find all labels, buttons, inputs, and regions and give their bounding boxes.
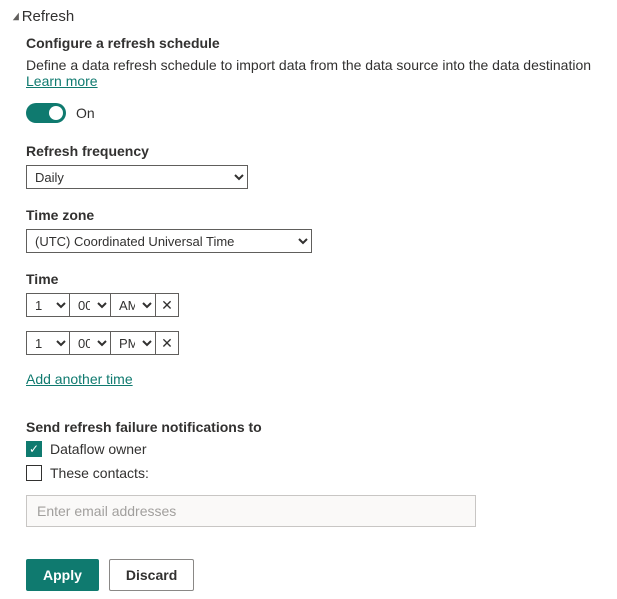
checkmark-icon: ✓ bbox=[29, 443, 39, 455]
time-row: 1 00 AM ✕ bbox=[26, 293, 605, 317]
timezone-select[interactable]: (UTC) Coordinated Universal Time bbox=[26, 229, 312, 253]
notifications-label: Send refresh failure notifications to bbox=[26, 419, 605, 435]
time-minute-select[interactable]: 00 bbox=[69, 331, 111, 355]
time-ampm-select[interactable]: PM bbox=[110, 331, 156, 355]
section-header: ◢ Refresh bbox=[12, 8, 605, 25]
contacts-checkbox-label: These contacts: bbox=[50, 465, 149, 481]
contacts-email-input[interactable] bbox=[26, 495, 476, 527]
close-icon: ✕ bbox=[161, 297, 173, 314]
configure-subtitle: Configure a refresh schedule bbox=[26, 35, 605, 51]
description-text: Define a data refresh schedule to import… bbox=[26, 57, 591, 73]
learn-more-link[interactable]: Learn more bbox=[26, 73, 98, 89]
remove-time-button[interactable]: ✕ bbox=[155, 293, 179, 317]
contacts-checkbox[interactable] bbox=[26, 465, 42, 481]
apply-button[interactable]: Apply bbox=[26, 559, 99, 591]
configure-description: Define a data refresh schedule to import… bbox=[26, 57, 605, 89]
time-row: 1 00 PM ✕ bbox=[26, 331, 605, 355]
frequency-label: Refresh frequency bbox=[26, 143, 605, 159]
time-label: Time bbox=[26, 271, 605, 287]
frequency-select[interactable]: Daily bbox=[26, 165, 248, 189]
time-ampm-select[interactable]: AM bbox=[110, 293, 156, 317]
timezone-label: Time zone bbox=[26, 207, 605, 223]
toggle-knob bbox=[49, 106, 63, 120]
time-minute-select[interactable]: 00 bbox=[69, 293, 111, 317]
collapse-icon[interactable]: ◢ bbox=[13, 11, 19, 22]
enable-toggle[interactable] bbox=[26, 103, 66, 123]
add-time-link[interactable]: Add another time bbox=[26, 371, 133, 387]
discard-button[interactable]: Discard bbox=[109, 559, 194, 591]
owner-checkbox-label: Dataflow owner bbox=[50, 441, 147, 457]
section-title: Refresh bbox=[22, 8, 75, 25]
close-icon: ✕ bbox=[161, 335, 173, 352]
time-hour-select[interactable]: 1 bbox=[26, 293, 70, 317]
owner-checkbox[interactable]: ✓ bbox=[26, 441, 42, 457]
toggle-state-label: On bbox=[76, 105, 95, 121]
time-hour-select[interactable]: 1 bbox=[26, 331, 70, 355]
remove-time-button[interactable]: ✕ bbox=[155, 331, 179, 355]
